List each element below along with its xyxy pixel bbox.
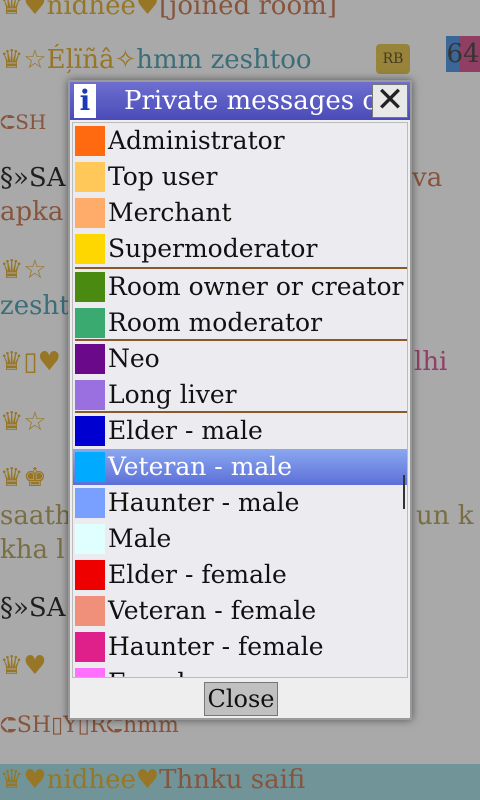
list-item-selected[interactable]: Veteran - male xyxy=(73,449,407,485)
private-messages-dialog: i Private messages co ✕ Administrator To… xyxy=(68,80,412,720)
color-swatch xyxy=(75,560,105,590)
list-item-label: Elder - female xyxy=(108,560,287,589)
dialog-title-bar: i Private messages co ✕ xyxy=(70,82,410,120)
list-item[interactable]: Merchant xyxy=(73,195,407,231)
color-swatch xyxy=(75,272,105,302)
color-swatch xyxy=(75,162,105,192)
dialog-title: Private messages co xyxy=(124,86,393,116)
list-item-label: Haunter - female xyxy=(108,632,324,661)
list-item-label: Female xyxy=(108,665,200,677)
list-item[interactable]: Long liver xyxy=(73,377,407,413)
user-type-list[interactable]: Administrator Top user Merchant Supermod… xyxy=(72,122,408,678)
color-swatch xyxy=(75,632,105,662)
close-icon[interactable]: ✕ xyxy=(372,83,408,118)
color-swatch xyxy=(75,668,105,677)
color-swatch xyxy=(75,308,105,338)
list-item[interactable]: Top user xyxy=(73,159,407,195)
list-item-label: Room owner or creator xyxy=(108,272,404,301)
color-swatch xyxy=(75,416,105,446)
list-item-label: Male xyxy=(108,524,172,553)
color-swatch xyxy=(75,488,105,518)
color-swatch xyxy=(75,452,105,482)
close-button[interactable]: Close xyxy=(204,682,278,716)
list-item-label: Elder - male xyxy=(108,416,263,445)
color-swatch xyxy=(75,198,105,228)
list-item[interactable]: Room moderator xyxy=(73,305,407,341)
list-item-label: Supermoderator xyxy=(108,234,318,263)
color-swatch xyxy=(75,380,105,410)
list-item-label: Long liver xyxy=(108,380,237,409)
list-item[interactable]: Female xyxy=(73,665,407,677)
list-item-label: Top user xyxy=(108,162,218,191)
list-item[interactable]: Veteran - female xyxy=(73,593,407,629)
list-item[interactable]: Elder - male xyxy=(73,413,407,449)
list-item-label: Administrator xyxy=(108,126,285,155)
list-item[interactable]: Neo xyxy=(73,341,407,377)
color-swatch xyxy=(75,524,105,554)
color-swatch xyxy=(75,596,105,626)
info-icon: i xyxy=(74,84,96,118)
list-item-label: Neo xyxy=(108,344,160,373)
list-item-label: Veteran - female xyxy=(108,596,317,625)
color-swatch xyxy=(75,126,105,156)
list-item-label: Room moderator xyxy=(108,308,323,337)
list-item-label: Merchant xyxy=(108,198,232,227)
list-item[interactable]: Supermoderator xyxy=(73,231,407,267)
color-swatch xyxy=(75,344,105,374)
list-item[interactable]: Elder - female xyxy=(73,557,407,593)
list-item[interactable]: Haunter - female xyxy=(73,629,407,665)
list-item[interactable]: Haunter - male xyxy=(73,485,407,521)
list-item[interactable]: Male xyxy=(73,521,407,557)
list-item[interactable]: Administrator xyxy=(73,123,407,159)
list-item[interactable]: Room owner or creator xyxy=(73,269,407,305)
scrollbar-thumb[interactable] xyxy=(403,475,405,509)
list-item-label: Veteran - male xyxy=(108,452,293,481)
list-item-label: Haunter - male xyxy=(108,488,300,517)
color-swatch xyxy=(75,234,105,264)
